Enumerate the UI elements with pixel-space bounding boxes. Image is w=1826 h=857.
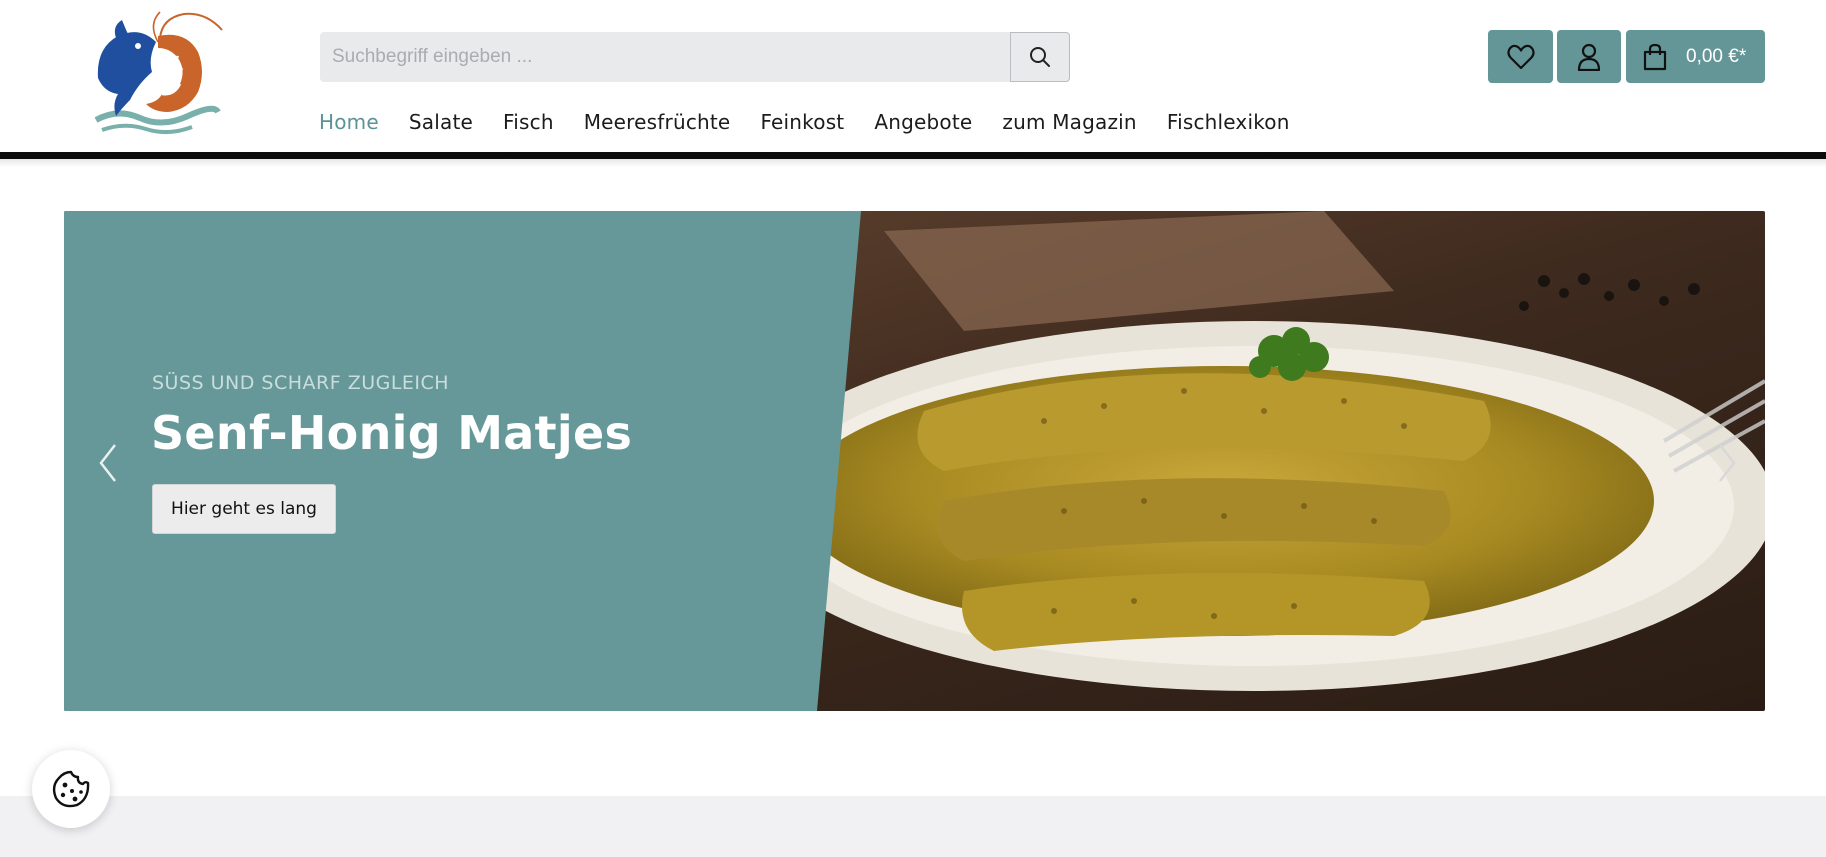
nav-item-magazin[interactable]: zum Magazin	[1002, 110, 1136, 134]
nav-item-home[interactable]: Home	[319, 110, 379, 134]
hero-text-panel	[64, 211, 861, 711]
cookie-settings-button[interactable]	[32, 750, 110, 828]
nav-item-meeresfruechte[interactable]: Meeresfrüchte	[584, 110, 731, 134]
hero-cta-button[interactable]: Hier geht es lang	[152, 484, 336, 534]
header-divider	[0, 152, 1826, 159]
nav-item-fischlexikon[interactable]: Fischlexikon	[1167, 110, 1290, 134]
main-navigation: Home Salate Fisch Meeresfrüchte Feinkost…	[319, 110, 1320, 134]
hero-slider: SÜSS UND SCHARF ZUGLEICH Senf-Honig Matj…	[64, 211, 1765, 711]
cart-total: 0,00 €*	[1686, 45, 1747, 67]
search-button[interactable]	[1010, 32, 1070, 82]
search-input[interactable]	[320, 32, 1010, 82]
shop-logo[interactable]	[88, 8, 228, 138]
header-shadow	[0, 159, 1826, 167]
slider-next-button[interactable]	[1712, 441, 1742, 485]
nav-item-feinkost[interactable]: Feinkost	[760, 110, 844, 134]
user-icon	[1577, 43, 1601, 71]
shopping-bag-icon	[1643, 43, 1667, 70]
chevron-right-icon	[1719, 444, 1736, 482]
nav-item-fisch[interactable]: Fisch	[503, 110, 554, 134]
hero-title: Senf-Honig Matjes	[151, 406, 633, 460]
wishlist-button[interactable]	[1488, 30, 1553, 83]
fish-and-shrimp-logo	[94, 11, 223, 134]
hero-eyebrow: SÜSS UND SCHARF ZUGLEICH	[152, 372, 450, 394]
site-header: Home Salate Fisch Meeresfrüchte Feinkost…	[0, 0, 1826, 153]
cookie-icon	[52, 770, 90, 808]
slider-prev-button[interactable]	[93, 441, 123, 485]
account-button[interactable]	[1557, 30, 1621, 83]
nav-item-salate[interactable]: Salate	[409, 110, 473, 134]
chevron-left-icon	[99, 444, 116, 482]
search-icon	[1030, 47, 1050, 67]
cart-button[interactable]: 0,00 €*	[1626, 30, 1765, 83]
content-band	[0, 796, 1826, 857]
heart-icon	[1506, 44, 1535, 69]
search-bar	[320, 32, 1070, 82]
nav-item-angebote[interactable]: Angebote	[874, 110, 972, 134]
